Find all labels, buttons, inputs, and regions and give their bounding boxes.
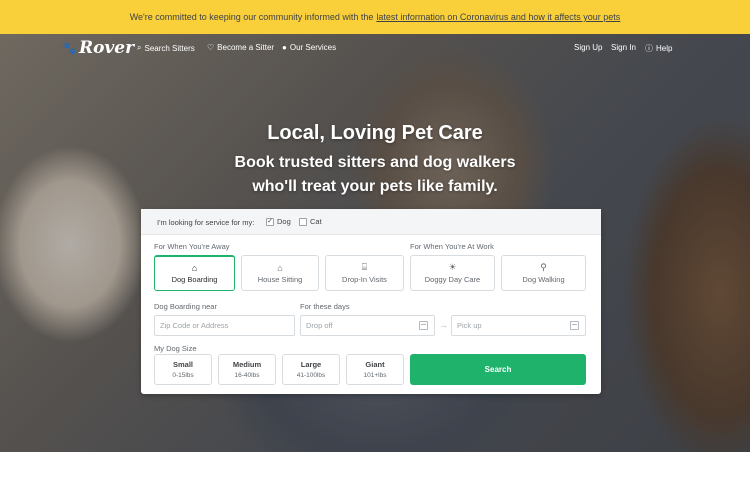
hero-subtitle: Book trusted sitters and dog walkers who… <box>0 151 750 199</box>
help-icon: ⓘ <box>645 44 653 53</box>
leash-icon: ⚲ <box>540 262 547 272</box>
door-icon: ⌸ <box>361 262 368 272</box>
zip-input[interactable] <box>160 321 294 330</box>
service-drop-in-visits-label: Drop-In Visits <box>342 275 387 284</box>
nav-become-sitter-label: Become a Sitter <box>217 43 275 52</box>
size-giant-weight: 101+lbs <box>363 372 387 379</box>
service-doggy-day-care[interactable]: ☀ Doggy Day Care <box>410 255 495 291</box>
logo-text: Rover <box>78 38 135 58</box>
service-doggy-day-care-label: Doggy Day Care <box>424 275 481 284</box>
pet-type-bar: I'm looking for service for my: ✓ Dog Ca… <box>141 209 601 235</box>
nav-search-sitters-label: Search Sitters <box>144 43 195 53</box>
zip-field <box>154 315 295 336</box>
away-label: For When You're Away <box>154 242 230 251</box>
service-house-sitting[interactable]: ⌂ House Sitting <box>241 255 319 291</box>
service-dog-boarding-label: Dog Boarding <box>171 275 218 284</box>
nav-our-services[interactable]: ● Our Services <box>282 43 336 52</box>
nav-sign-in[interactable]: Sign In <box>611 43 636 52</box>
hero-title: Local, Loving Pet Care <box>267 122 483 144</box>
coronavirus-info-link[interactable]: latest information on Coronavirus and ho… <box>376 12 620 22</box>
pickup-field <box>451 315 586 336</box>
cat-checkbox-label: Cat <box>310 217 322 226</box>
pickup-input[interactable] <box>457 321 585 330</box>
service-dog-walking[interactable]: ⚲ Dog Walking <box>501 255 586 291</box>
announcement-banner: We're committed to keeping our community… <box>0 0 750 34</box>
nav-sign-up[interactable]: Sign Up <box>574 43 602 52</box>
arrow-right-icon: → <box>439 320 448 330</box>
nav-become-sitter[interactable]: ♡ Become a Sitter <box>207 43 274 52</box>
calendar-icon <box>570 321 579 330</box>
dog-checkbox[interactable]: ✓ Dog <box>266 217 291 226</box>
dropoff-field <box>300 315 435 336</box>
heart-icon: ♡ <box>207 43 215 52</box>
nav-help-label: Help <box>656 44 673 53</box>
service-drop-in-visits[interactable]: ⌸ Drop-In Visits <box>325 255 404 291</box>
nav-help[interactable]: ⓘ Help <box>645 43 672 54</box>
top-nav: 🐾 Rover ⌕ Search Sitters ♡ Become a Sitt… <box>0 34 750 62</box>
rover-logo[interactable]: 🐾 Rover <box>62 38 134 58</box>
size-small-name: Small <box>172 360 193 369</box>
size-large-weight: 41-100lbs <box>296 372 326 379</box>
size-large-name: Large <box>300 360 322 369</box>
service-dog-boarding[interactable]: ⌂ Dog Boarding <box>154 255 235 291</box>
hero-subtitle-line1: Book trusted sitters and dog walkers <box>234 154 516 171</box>
near-label: Dog Boarding near <box>154 302 217 311</box>
size-small-weight: 0-15lbs <box>172 372 194 379</box>
nav-sign-in-label: Sign In <box>611 43 636 52</box>
cat-checkbox[interactable]: Cat <box>299 217 322 226</box>
days-label: For these days <box>300 302 350 311</box>
house-icon: ⌂ <box>191 263 198 273</box>
cat-checkbox-box <box>299 217 307 226</box>
size-giant[interactable]: Giant 101+lbs <box>346 354 404 385</box>
size-large[interactable]: Large 41-100lbs <box>282 354 340 385</box>
banner-text: We're committed to keeping our community… <box>129 12 374 22</box>
size-giant-name: Giant <box>365 360 385 369</box>
nav-our-services-label: Our Services <box>289 43 337 52</box>
dropoff-input[interactable] <box>306 321 434 330</box>
dog-checkbox-box: ✓ <box>266 217 274 226</box>
home-icon: ⌂ <box>277 262 283 273</box>
calendar-icon <box>419 321 428 330</box>
size-medium[interactable]: Medium 16-40lbs <box>218 354 276 385</box>
nav-sign-up-label: Sign Up <box>574 43 603 52</box>
service-dog-walking-label: Dog Walking <box>522 275 565 284</box>
size-small[interactable]: Small 0-15lbs <box>154 354 212 385</box>
size-label: My Dog Size <box>154 344 197 353</box>
hero-subtitle-line2: who'll treat your pets like family. <box>252 178 498 195</box>
service-house-sitting-label: House Sitting <box>257 274 303 284</box>
size-medium-name: Medium <box>232 360 262 369</box>
sun-icon: ☀ <box>448 262 457 272</box>
looking-for-label: I'm looking for service for my: <box>157 218 255 227</box>
paw-icon: 🐾 <box>62 41 77 55</box>
nav-search-sitters[interactable]: ⌕ Search Sitters <box>137 43 195 53</box>
dog-checkbox-label: Dog <box>277 217 291 226</box>
size-medium-weight: 16-40lbs <box>234 372 260 379</box>
search-icon: ⌕ <box>137 43 142 52</box>
services-icon: ● <box>282 43 287 52</box>
work-label: For When You're At Work <box>410 242 494 251</box>
search-button[interactable]: Search <box>410 354 586 385</box>
